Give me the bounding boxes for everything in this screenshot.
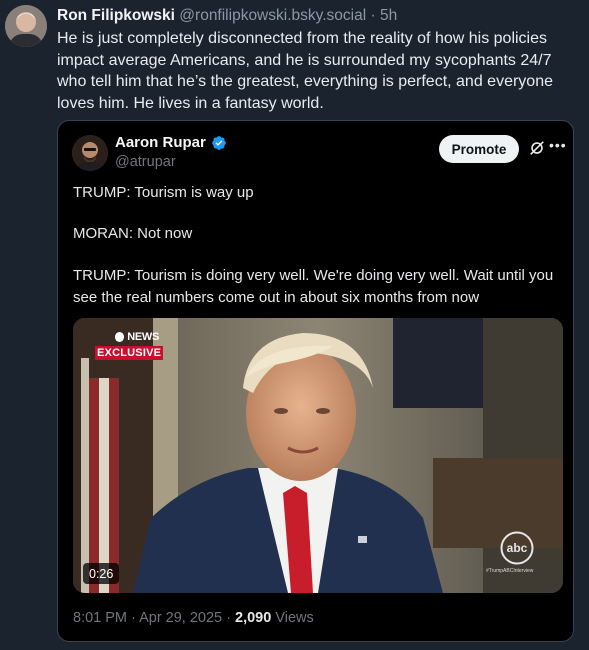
abc-logo-icon: abc <box>500 531 534 565</box>
quoted-post-card[interactable]: Aaron Rupar @atrupar Promote ••• TRUMP: … <box>57 120 574 642</box>
promote-button[interactable]: Promote <box>439 135 519 163</box>
author-name[interactable]: Ron Filipkowski <box>57 7 175 24</box>
quoted-author-avatar[interactable] <box>72 135 108 171</box>
quoted-text-line-1: TRUMP: Tourism is way up <box>73 184 254 201</box>
quoted-text-line-3: TRUMP: Tourism is doing very well. We're… <box>73 267 554 306</box>
quoted-author-name[interactable]: Aaron Rupar <box>115 134 206 152</box>
separator: · <box>370 7 376 24</box>
quoted-author-name-row[interactable]: Aaron Rupar <box>115 134 227 152</box>
news-badge: NEWS EXCLUSIVE <box>95 331 164 361</box>
author-handle[interactable]: @ronfilipkowski.bsky.social <box>179 7 366 24</box>
abc-caption: #TrumpABCInterview <box>486 568 534 574</box>
abc-news-logo: NEWS <box>95 331 159 343</box>
post: Ron Filipkowski @ronfilipkowski.bsky.soc… <box>0 0 589 650</box>
quoted-author-handle[interactable]: @atrupar <box>115 153 176 171</box>
more-icon[interactable]: ••• <box>549 135 567 155</box>
views-count: 2,090 <box>235 610 272 626</box>
views-label: Views <box>275 610 314 626</box>
timestamp[interactable]: 8:01 PM · Apr 29, 2025 · <box>73 610 231 626</box>
grok-icon[interactable] <box>528 139 546 157</box>
exclusive-badge: EXCLUSIVE <box>95 346 164 360</box>
post-header: Ron Filipkowski @ronfilipkowski.bsky.soc… <box>57 6 397 26</box>
verified-badge-icon <box>212 136 226 150</box>
quoted-text-line-2: MORAN: Not now <box>73 225 193 242</box>
svg-text:abc: abc <box>507 541 528 555</box>
post-text: He is just completely disconnected from … <box>57 30 553 112</box>
video-player[interactable]: NEWS EXCLUSIVE 0:26 abc #TrumpABCIntervi… <box>73 318 563 593</box>
video-duration: 0:26 <box>83 563 120 584</box>
author-avatar[interactable] <box>5 5 47 47</box>
post-age[interactable]: 5h <box>380 7 397 24</box>
post-meta: 8:01 PM · Apr 29, 2025 · 2,090 Views <box>73 609 314 627</box>
